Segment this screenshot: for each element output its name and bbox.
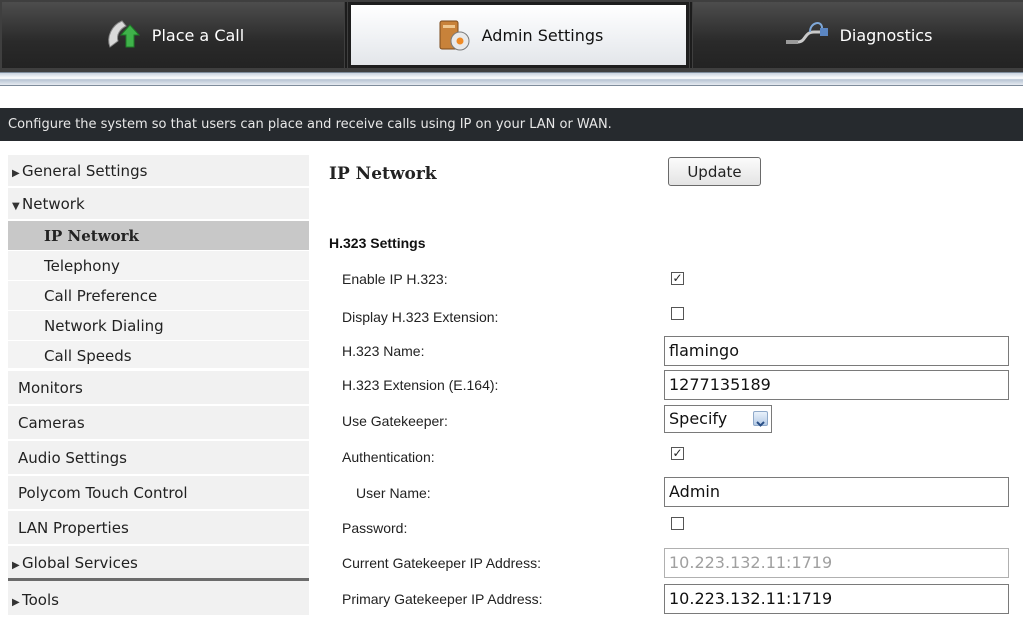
page-description-banner: Configure the system so that users can p… xyxy=(0,108,1023,141)
use-gatekeeper-label: Use Gatekeeper: xyxy=(342,413,448,429)
section-heading-h323: H.323 Settings xyxy=(329,235,426,251)
tab-diagnostics-label: Diagnostics xyxy=(839,25,933,45)
sidebar-item-label: General Settings xyxy=(22,162,148,180)
primary-gatekeeper-label: Primary Gatekeeper IP Address: xyxy=(342,591,543,607)
sidebar-item-label: Network xyxy=(22,195,85,213)
sidebar-item-tools[interactable]: ▶ Tools xyxy=(8,581,309,617)
sidebar: ▶ General Settings ▼ Network IP Network Te… xyxy=(8,155,309,617)
collapsed-arrow-icon: ▶ xyxy=(12,597,20,608)
use-gatekeeper-value: Specify xyxy=(669,409,728,428)
user-name-input[interactable]: Admin xyxy=(664,477,1009,507)
current-gatekeeper-input: 10.223.132.11:1719 xyxy=(664,548,1009,578)
diagnostics-icon xyxy=(784,18,830,52)
password-checkbox[interactable] xyxy=(671,517,684,530)
sidebar-item-polycom-touch-control[interactable]: Polycom Touch Control xyxy=(8,476,309,511)
sidebar-item-call-speeds[interactable]: Call Speeds xyxy=(8,341,309,371)
sidebar-item-general-settings[interactable]: ▶ General Settings xyxy=(8,155,309,188)
h323-name-input[interactable]: flamingo xyxy=(664,336,1009,366)
sidebar-item-monitors[interactable]: Monitors xyxy=(8,371,309,406)
sidebar-item-ip-network[interactable]: IP Network xyxy=(8,221,309,251)
display-h323-extension-label: Display H.323 Extension: xyxy=(342,309,499,325)
enable-ip-h323-checkbox[interactable]: ✓ xyxy=(671,272,684,285)
h323-extension-label: H.323 Extension (E.164): xyxy=(342,377,499,393)
display-h323-extension-checkbox[interactable] xyxy=(671,307,684,320)
page-title: IP Network xyxy=(329,164,437,184)
sidebar-item-cameras[interactable]: Cameras xyxy=(8,406,309,441)
sidebar-item-network-dialing[interactable]: Network Dialing xyxy=(8,311,309,341)
sidebar-item-label: Global Services xyxy=(22,554,138,572)
sidebar-item-audio-settings[interactable]: Audio Settings xyxy=(8,441,309,476)
enable-ip-h323-label: Enable IP H.323: xyxy=(342,271,448,287)
top-tab-bar: Place a Call Admin Settings Diagnostics xyxy=(0,0,1023,72)
sidebar-item-global-services[interactable]: ▶ Global Services xyxy=(8,546,309,581)
h323-extension-input[interactable]: 1277135189 xyxy=(664,370,1009,400)
tab-underline-strip xyxy=(0,72,1023,86)
chevron-down-icon xyxy=(753,411,768,427)
password-label: Password: xyxy=(342,520,408,536)
tab-admin-settings[interactable]: Admin Settings xyxy=(348,2,689,68)
sidebar-item-label: Tools xyxy=(22,591,59,609)
expanded-arrow-icon: ▼ xyxy=(12,201,20,212)
tab-divider xyxy=(690,2,692,68)
checkmark-icon: ✓ xyxy=(672,446,683,460)
tab-place-a-call[interactable]: Place a Call xyxy=(2,2,344,68)
user-name-label: User Name: xyxy=(356,485,431,501)
sidebar-item-lan-properties[interactable]: LAN Properties xyxy=(8,511,309,546)
tab-divider xyxy=(345,2,347,68)
current-gatekeeper-label: Current Gatekeeper IP Address: xyxy=(342,555,541,571)
admin-icon xyxy=(434,17,472,53)
primary-gatekeeper-input[interactable]: 10.223.132.11:1719 xyxy=(664,584,1009,614)
update-button[interactable]: Update xyxy=(668,157,761,186)
collapsed-arrow-icon: ▶ xyxy=(12,168,20,179)
tab-place-a-call-label: Place a Call xyxy=(151,25,245,45)
use-gatekeeper-select[interactable]: Specify xyxy=(664,405,772,433)
sidebar-item-telephony[interactable]: Telephony xyxy=(8,251,309,281)
tab-diagnostics[interactable]: Diagnostics xyxy=(693,2,1023,68)
authentication-checkbox[interactable]: ✓ xyxy=(671,447,684,460)
authentication-label: Authentication: xyxy=(342,449,435,465)
tab-admin-settings-label: Admin Settings xyxy=(481,25,604,45)
checkmark-icon: ✓ xyxy=(672,271,683,285)
collapsed-arrow-icon: ▶ xyxy=(12,560,20,571)
sidebar-item-network[interactable]: ▼ Network xyxy=(8,188,309,221)
phone-icon xyxy=(102,17,142,53)
h323-name-label: H.323 Name: xyxy=(342,343,425,359)
sidebar-item-call-preference[interactable]: Call Preference xyxy=(8,281,309,311)
